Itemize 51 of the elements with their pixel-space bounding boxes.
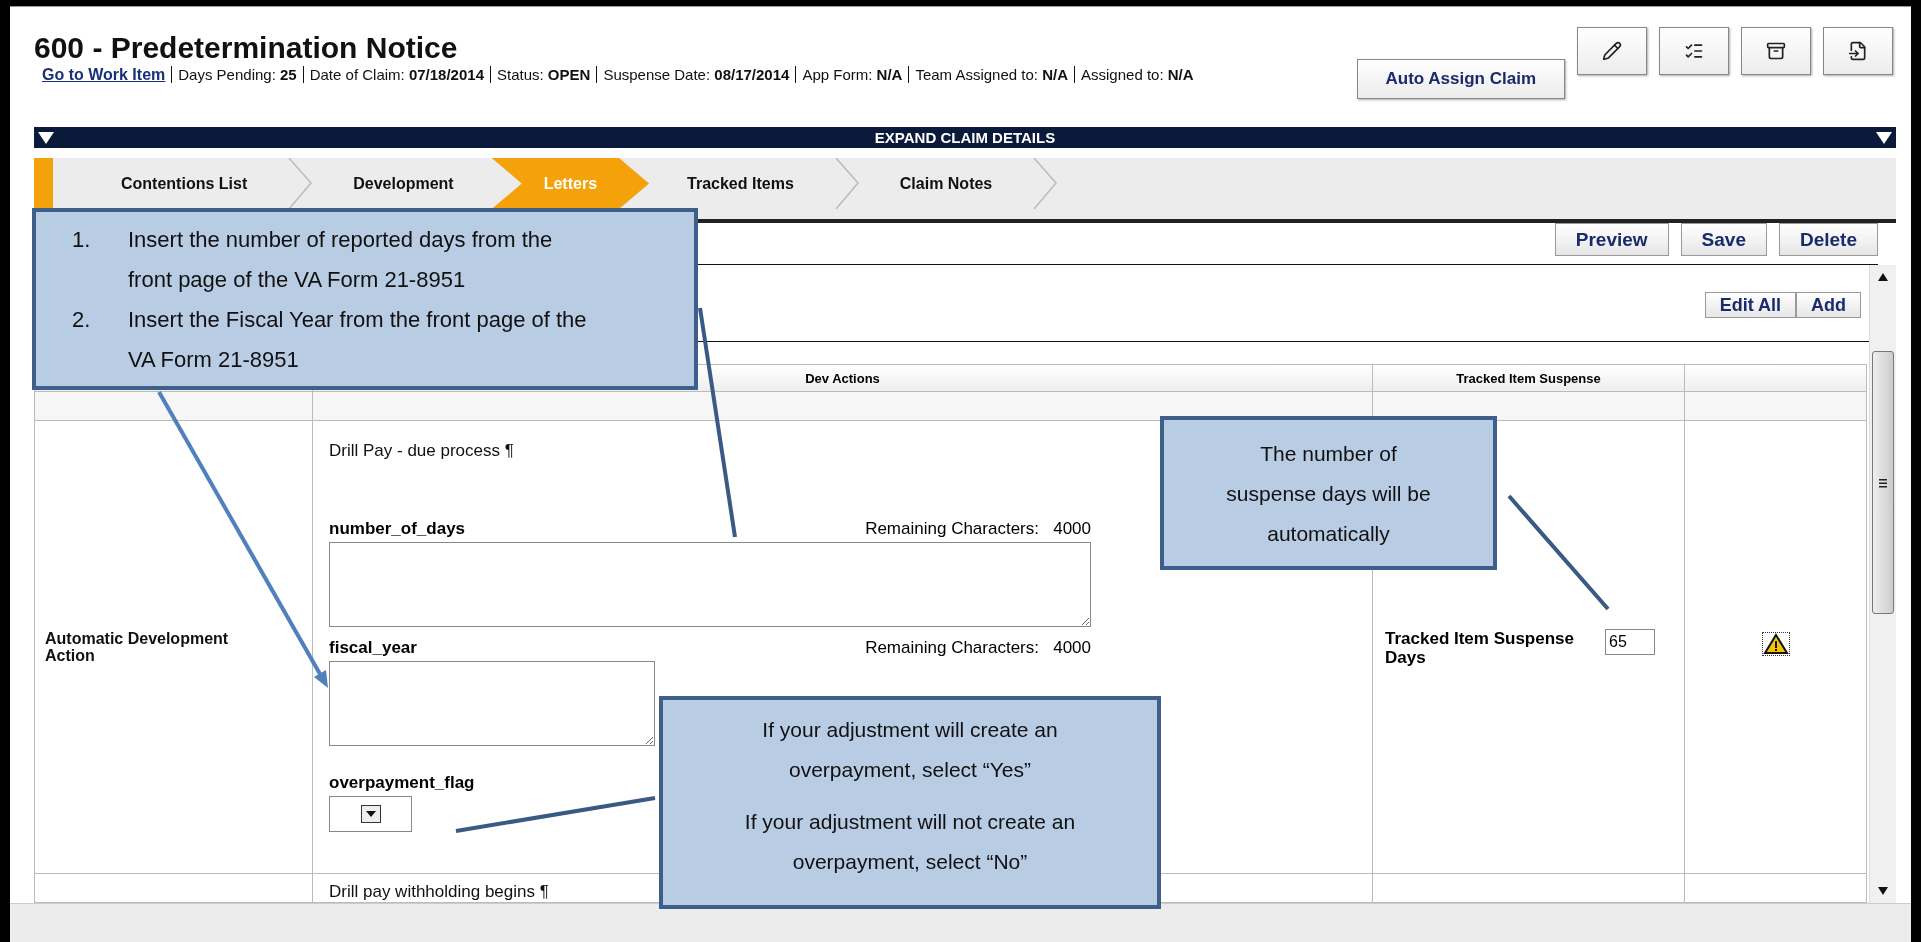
instruction-text: Insert the number of reported days from the front page of the VA Form 21-8951 [128, 226, 554, 294]
instruction-text: If your adjustment will not create an overpayment, select “No” [743, 809, 1077, 875]
toolbar-button[interactable] [1577, 27, 1647, 75]
dropdown-field[interactable] [329, 796, 412, 832]
expand-label: EXPAND CLAIM DETAILS [874, 129, 1056, 146]
claim-summary: Go to Work Item Days Pending: 25 Date of Claim: 07/18/2014 Status: OPEN Suspense Date: 08/17/2014 App Form: N/A Team Assigned to: N/A Assigned to: N/A [34, 65, 1334, 84]
remaining-characters: Remaining Characters: 4000 [865, 638, 1091, 658]
toolbar-button[interactable] [1741, 27, 1811, 75]
warning-icon[interactable] [1762, 633, 1789, 655]
text-area[interactable] [329, 661, 655, 746]
column-header: Tracked Item Suspense [1373, 364, 1685, 392]
action-type: Automatic Development Action [45, 630, 230, 664]
text-area[interactable] [329, 542, 1091, 627]
tab[interactable]: Contentions List [83, 158, 286, 209]
remaining-characters: Remaining Characters: 4000 [865, 519, 1091, 539]
scroll-up-icon[interactable] [1878, 273, 1888, 281]
expand-triangle-icon [1876, 131, 1892, 144]
expand-triangle-icon [38, 131, 54, 144]
expand-claim-bar[interactable]: EXPAND CLAIM DETAILS [34, 127, 1896, 148]
action-button[interactable]: Preview [1554, 223, 1669, 256]
letter-paragraph-title: Drill Pay - due process ¶ [329, 441, 514, 461]
list-action-button[interactable]: Edit All [1704, 292, 1796, 318]
file-export-icon [1848, 41, 1868, 61]
field-label: overpayment_flag [329, 773, 475, 793]
action-button[interactable]: Save [1680, 223, 1767, 256]
pencil-icon [1602, 41, 1622, 61]
instruction-text: If your adjustment will create an overpayment, select “Yes” [761, 717, 1059, 783]
letter-paragraph-title: Drill pay withholding begins ¶ [329, 882, 549, 902]
list-icon [1684, 41, 1704, 61]
suspense-label: Tracked Item Suspense Days [1385, 629, 1575, 667]
list-action-button[interactable]: Add [1796, 292, 1861, 318]
tab[interactable]: Development [315, 158, 492, 209]
instruction-text: The number of suspense days will be automatically [1225, 441, 1432, 547]
grip-icon [1879, 477, 1887, 488]
archive-icon [1766, 41, 1786, 61]
field-label: fiscal_year [329, 638, 417, 658]
auto-assign-button[interactable]: Auto Assign Claim [1356, 59, 1565, 99]
scrollbar[interactable] [1869, 265, 1896, 903]
tab[interactable]: Claim Notes [861, 158, 1031, 209]
scroll-thumb[interactable] [1872, 351, 1894, 614]
tab[interactable]: Tracked Items [649, 158, 832, 209]
work-item-link[interactable]: Go to Work Item [42, 66, 166, 83]
list-number: 1. [72, 226, 92, 254]
page-title: 600 - Predetermination Notice [34, 31, 459, 65]
list-number: 2. [72, 306, 92, 334]
toolbar-button[interactable] [1823, 27, 1893, 75]
action-button[interactable]: Delete [1778, 223, 1878, 256]
field-label: number_of_days [329, 519, 466, 539]
suspense-days-field[interactable]: 65 [1605, 629, 1655, 655]
tab-bar-marker [34, 158, 53, 209]
scroll-down-icon[interactable] [1878, 887, 1888, 895]
